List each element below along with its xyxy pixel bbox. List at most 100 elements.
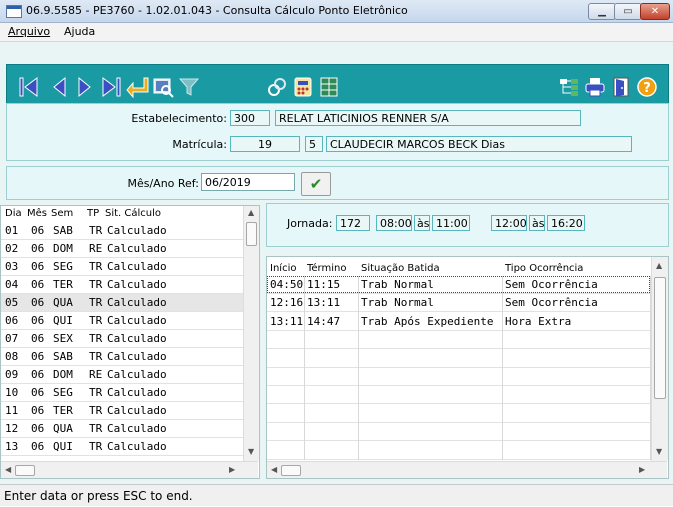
- days-hscroll-thumb[interactable]: [15, 465, 35, 476]
- days-column-header[interactable]: TP: [87, 208, 99, 219]
- scroll-left-arrow-icon[interactable]: ◀: [5, 465, 11, 474]
- days-table-row[interactable]: 08 06 SAB TR Calculado: [1, 348, 243, 366]
- last-record-icon[interactable]: [99, 75, 123, 99]
- days-scroll-thumb[interactable]: [246, 222, 257, 246]
- days-table-row[interactable]: 02 06 DOM RE Calculado: [1, 240, 243, 258]
- days-cell: RE: [89, 242, 103, 255]
- punches-table-row[interactable]: [267, 350, 651, 368]
- preview-icon[interactable]: [151, 75, 175, 99]
- confirm-check-button[interactable]: ✔: [301, 172, 331, 196]
- punches-table-row[interactable]: [267, 368, 651, 386]
- punches-horizontal-scrollbar[interactable]: ◀ ▶: [267, 461, 667, 478]
- month-year-input[interactable]: 06/2019: [201, 173, 295, 191]
- punches-cell: Trab Normal: [361, 296, 434, 310]
- days-table-row[interactable]: 05 06 QUA TR Calculado: [1, 294, 243, 312]
- punches-scroll-thumb[interactable]: [654, 277, 666, 399]
- days-column-header[interactable]: Sem: [51, 208, 73, 219]
- journey-panel: Jornada: 172 08:00 às 11:00 12:00 às 16:…: [266, 203, 669, 247]
- days-cell: TR: [89, 260, 103, 273]
- close-button[interactable]: ✕: [640, 3, 670, 20]
- days-table-row[interactable]: 09 06 DOM RE Calculado: [1, 366, 243, 384]
- punches-cell: Sem Ocorrência: [505, 296, 598, 310]
- punches-table-row[interactable]: [267, 423, 651, 442]
- help-icon[interactable]: ?: [635, 75, 659, 99]
- tree-icon[interactable]: [557, 75, 581, 99]
- spreadsheet-icon[interactable]: [317, 75, 341, 99]
- punches-column-header[interactable]: Situação Batida: [361, 263, 440, 274]
- scroll-up-arrow-icon[interactable]: ▲: [656, 261, 662, 270]
- selection-focus-outline: [267, 276, 650, 293]
- punches-grid-header: Início Término Situação Batida Tipo Ocorrên…: [267, 257, 651, 276]
- days-cell: TER: [53, 404, 73, 417]
- days-cell: SEG: [53, 260, 73, 273]
- month-year-label: Mês/Ano Ref:: [127, 177, 199, 190]
- scroll-up-arrow-icon[interactable]: ▲: [248, 208, 254, 217]
- menu-arquivo[interactable]: Arquivo: [8, 25, 50, 38]
- days-cell: QUA: [53, 422, 73, 435]
- scroll-right-arrow-icon[interactable]: ▶: [229, 465, 235, 474]
- previous-record-icon[interactable]: [47, 75, 71, 99]
- punches-table-row[interactable]: 13:11 14:47 Trab Após Expediente Hora Extra: [267, 313, 651, 331]
- days-cell: Calculado: [107, 440, 167, 453]
- days-column-header[interactable]: Dia: [5, 208, 22, 219]
- punches-cell: 12:16: [270, 296, 304, 310]
- days-cell: 06: [31, 278, 45, 291]
- days-table-row[interactable]: 04 06 TER TR Calculado: [1, 276, 243, 294]
- menu-ajuda[interactable]: Ajuda: [64, 25, 95, 38]
- days-cell: Calculado: [107, 422, 167, 435]
- days-cell: Calculado: [107, 314, 167, 327]
- maximize-button[interactable]: ▭: [614, 3, 642, 20]
- days-table-row[interactable]: 13 06 QUI TR Calculado: [1, 438, 243, 456]
- punches-column-header[interactable]: Início: [270, 263, 296, 274]
- links-icon[interactable]: [265, 75, 289, 99]
- punches-table-row[interactable]: [267, 331, 651, 350]
- establishment-code-field[interactable]: 300: [230, 110, 270, 126]
- punches-table-row[interactable]: 04:50 11:15 Trab Normal Sem Ocorrência: [267, 276, 651, 294]
- punches-table-row[interactable]: [267, 442, 651, 460]
- days-vertical-scrollbar[interactable]: ▲ ▼: [243, 206, 259, 461]
- registration-number-field[interactable]: 19: [230, 136, 300, 152]
- days-table-row[interactable]: 10 06 SEG TR Calculado: [1, 384, 243, 402]
- filter-icon[interactable]: [177, 75, 201, 99]
- days-table-row[interactable]: 03 06 SEG TR Calculado: [1, 258, 243, 276]
- days-cell: Calculado: [107, 224, 167, 237]
- next-record-icon[interactable]: [73, 75, 97, 99]
- minimize-button[interactable]: ▁: [588, 3, 616, 20]
- punches-vertical-scrollbar[interactable]: ▲ ▼: [651, 257, 668, 461]
- days-cell: 06: [31, 314, 45, 327]
- days-cell: 06: [31, 368, 45, 381]
- journey-sep2: às: [529, 215, 545, 231]
- days-table-row[interactable]: 11 06 TER TR Calculado: [1, 402, 243, 420]
- punches-hscroll-thumb[interactable]: [281, 465, 301, 476]
- punches-table-row[interactable]: [267, 386, 651, 405]
- days-cell: 09: [5, 368, 19, 381]
- scroll-right-arrow-icon[interactable]: ▶: [639, 465, 645, 474]
- days-table-row[interactable]: 12 06 QUA TR Calculado: [1, 420, 243, 438]
- days-cell: 06: [31, 242, 45, 255]
- punches-column-header[interactable]: Tipo Ocorrência: [505, 263, 583, 274]
- punches-column-header[interactable]: Término: [307, 263, 346, 274]
- scroll-down-arrow-icon[interactable]: ▼: [656, 447, 662, 456]
- scroll-left-arrow-icon[interactable]: ◀: [271, 465, 277, 474]
- days-cell: 06: [31, 440, 45, 453]
- exit-door-icon[interactable]: [609, 75, 633, 99]
- punches-table-row[interactable]: 12:16 13:11 Trab Normal Sem Ocorrência: [267, 294, 651, 313]
- title-bar[interactable]: 06.9.5585 - PE3760 - 1.02.01.043 - Consu…: [0, 0, 673, 23]
- calculator-icon[interactable]: [291, 75, 315, 99]
- journey-sep1: às: [414, 215, 430, 231]
- first-record-icon[interactable]: [17, 75, 41, 99]
- days-column-header[interactable]: Mês: [27, 208, 47, 219]
- days-cell: 06: [31, 260, 45, 273]
- app-icon: [6, 5, 22, 18]
- days-table-row[interactable]: 01 06 SAB TR Calculado: [1, 222, 243, 240]
- days-table-row[interactable]: 06 06 QUI TR Calculado: [1, 312, 243, 330]
- scroll-down-arrow-icon[interactable]: ▼: [248, 447, 254, 456]
- enter-icon[interactable]: [125, 75, 149, 99]
- print-icon[interactable]: [583, 75, 607, 99]
- days-cell: TR: [89, 332, 103, 345]
- punches-table-row[interactable]: [267, 405, 651, 423]
- days-table-row[interactable]: 07 06 SEX TR Calculado: [1, 330, 243, 348]
- journey-label: Jornada:: [287, 217, 333, 230]
- days-horizontal-scrollbar[interactable]: ◀ ▶: [1, 461, 258, 478]
- days-column-header[interactable]: Sit. Cálculo: [105, 208, 161, 219]
